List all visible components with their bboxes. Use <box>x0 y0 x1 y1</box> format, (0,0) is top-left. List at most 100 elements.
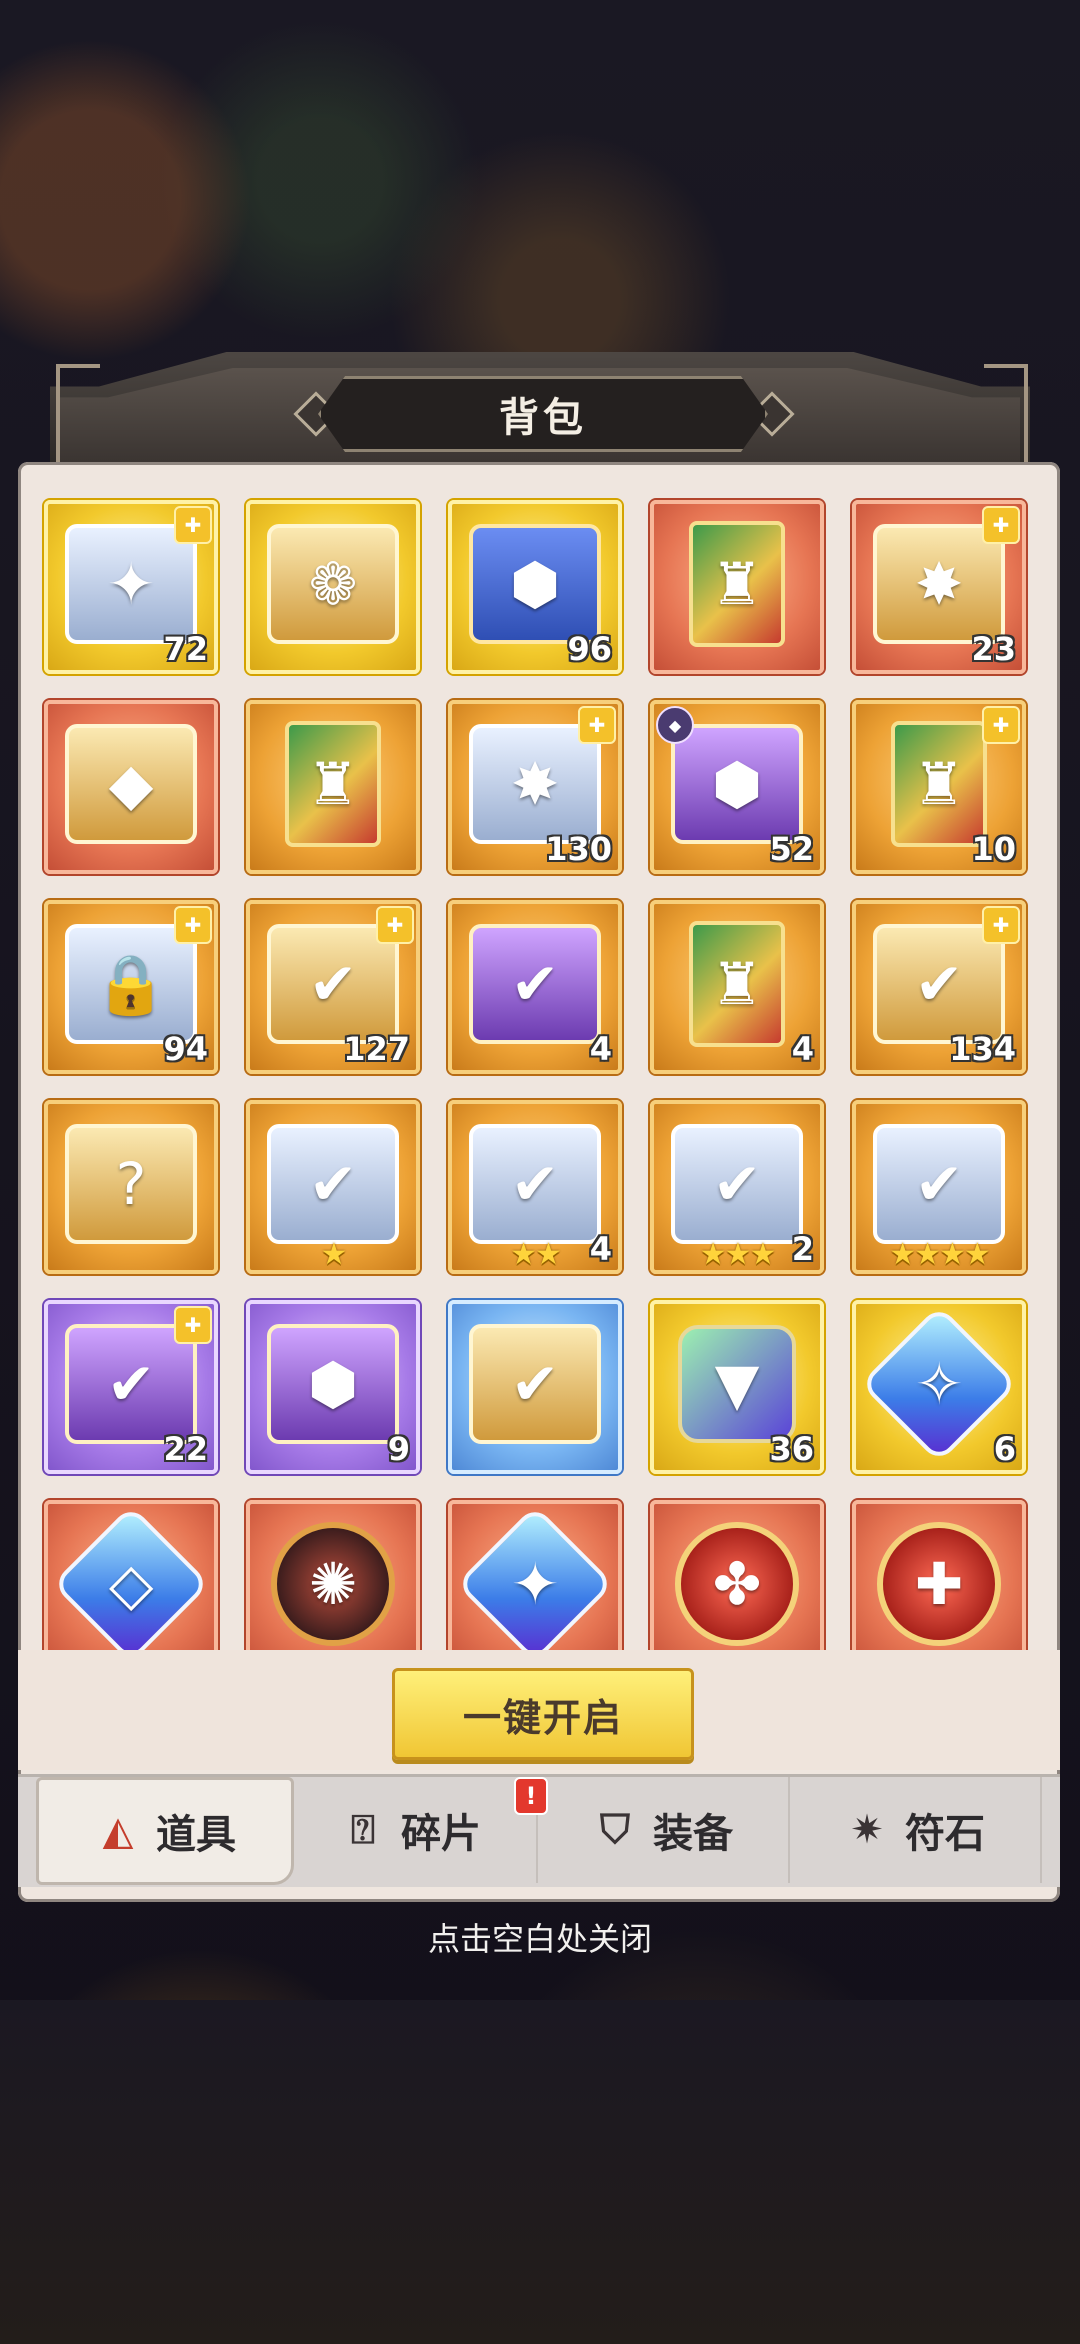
item-slot[interactable]: ✔ ★★★ 2 <box>650 1100 824 1274</box>
crimson-orb-icon: ✺ <box>271 1521 395 1646</box>
item-glyph: ✔ <box>106 1349 156 1418</box>
shield-icon: ⛉ <box>600 1807 630 1853</box>
item-glyph: ⬢ <box>307 1349 359 1418</box>
item-count: 9 <box>387 1430 410 1468</box>
open-all-button[interactable]: 一键开启 <box>392 1668 694 1760</box>
puzzle-piece-icon: ✚ <box>982 506 1020 544</box>
item-count: 96 <box>567 630 612 668</box>
item-slot[interactable]: ✔ ★★ 4 <box>448 1100 622 1274</box>
header-corner-left <box>56 364 100 468</box>
star-rating: ★★★ <box>699 1237 777 1272</box>
puzzle-piece-icon: ✚ <box>982 706 1020 744</box>
prism-crystal-icon: ✦ <box>455 1504 615 1650</box>
item-glyph: ✔ <box>914 949 964 1018</box>
item-slot[interactable]: 🔒 ✚ 94 <box>44 900 218 1074</box>
title-plate: 背包 <box>318 376 768 452</box>
tab-label: 碎片 <box>401 1811 481 1857</box>
item-glyph: ✚ <box>914 1549 964 1618</box>
item-slot[interactable]: ✔ ✚ 22 <box>44 1300 218 1474</box>
triangle-gem-icon: ▼ <box>678 1324 796 1443</box>
item-slot[interactable]: ❁ <box>246 500 420 674</box>
item-grid: ✦ ✚ 72 ❁ ⬢ 96 ♜ ✸ ✚ 23 ◆ ♜ ✸ ✚ 130 ⬢ ◆ 52 ♜ ✚ 10 🔒 ✚ 94 ✔ ✚ 127 ✔ 4 ♜… <box>44 500 1026 1650</box>
item-slot[interactable]: ▼ 36 <box>650 1300 824 1474</box>
item-glyph: ◆ <box>108 749 154 818</box>
item-glyph: ✺ <box>308 1549 358 1618</box>
item-slot[interactable]: ✔ 4 <box>448 900 622 1074</box>
item-slot[interactable]: ✦ <box>448 1500 622 1650</box>
diamond-chest-icon: ◆ <box>65 723 197 844</box>
hero-card-icon: ♜ <box>891 720 987 847</box>
mystery-chest-icon: ? <box>65 1123 197 1244</box>
item-slot[interactable]: ✺ <box>246 1500 420 1650</box>
tab-label: 符石 <box>905 1811 985 1857</box>
inventory-tabs: ◭ 道具 ⍰ 碎片! ⛉ 装备 ✷ 符石 <box>18 1774 1060 1887</box>
puzzle-piece-icon: ✚ <box>982 906 1020 944</box>
puzzle-piece-icon: ✚ <box>578 706 616 744</box>
item-glyph: ✦ <box>510 1549 560 1618</box>
item-glyph: ✧ <box>914 1349 964 1418</box>
item-slot[interactable]: ✦ ✚ 72 <box>44 500 218 674</box>
item-slot[interactable]: ◇ <box>44 1500 218 1650</box>
crystal-cube-icon: ◇ <box>51 1504 211 1650</box>
star-rating: ★★ <box>510 1237 562 1272</box>
blurred-background-bottom[interactable] <box>0 2000 1080 2344</box>
item-slot[interactable]: ⬢ 9 <box>246 1300 420 1474</box>
puzzle-piece-icon: ✚ <box>376 906 414 944</box>
item-count: 22 <box>163 1430 208 1468</box>
tab-label: 装备 <box>653 1811 733 1857</box>
hero-card-icon: ♜ <box>689 520 785 647</box>
item-glyph: ◇ <box>108 1549 154 1618</box>
item-glyph: ✦ <box>106 549 156 618</box>
item-count: 23 <box>971 630 1016 668</box>
item-count: 10 <box>971 830 1016 868</box>
rank-gem-icon: ◆ <box>656 706 694 744</box>
item-slot[interactable]: ♜ 4 <box>650 900 824 1074</box>
item-slot[interactable]: ✔ ★★★★ <box>852 1100 1026 1274</box>
equipment-chest-icon: ✔ <box>671 1123 803 1244</box>
item-count: 94 <box>163 1030 208 1068</box>
item-glyph: ⬢ <box>711 749 763 818</box>
item-glyph: ⬢ <box>509 549 561 618</box>
tab-mystery-box[interactable]: ⍰ 碎片! <box>284 1777 548 1883</box>
item-glyph: ♜ <box>711 549 763 618</box>
item-glyph: ✔ <box>308 1149 358 1218</box>
item-slot[interactable]: ✚ <box>852 1500 1026 1650</box>
item-count: 36 <box>769 1430 814 1468</box>
item-glyph: ✤ <box>712 1549 762 1618</box>
item-slot[interactable]: ♜ <box>246 700 420 874</box>
tab-label: 道具 <box>156 1812 236 1858</box>
header-corner-right <box>984 364 1028 468</box>
item-slot[interactable]: ⬢ 96 <box>448 500 622 674</box>
equipment-chest-icon: ✔ <box>469 1123 601 1244</box>
gold-crest-icon: ✤ <box>675 1521 799 1646</box>
item-slot[interactable]: ✸ ✚ 130 <box>448 700 622 874</box>
item-slot[interactable]: ◆ <box>44 700 218 874</box>
item-slot[interactable]: ✸ ✚ 23 <box>852 500 1026 674</box>
puzzle-piece-icon: ✚ <box>174 506 212 544</box>
item-glyph: ♜ <box>711 949 763 1018</box>
item-glyph: ✔ <box>510 949 560 1018</box>
egg-chest-icon: ✔ <box>469 923 601 1044</box>
item-count: 52 <box>769 830 814 868</box>
equipment-chest-icon: ✔ <box>267 1123 399 1244</box>
item-glyph: ▼ <box>714 1349 760 1418</box>
tab-potion[interactable]: ◭ 道具 <box>36 1777 294 1885</box>
item-glyph: ✔ <box>510 1349 560 1418</box>
tab-rune-star[interactable]: ✷ 符石 <box>788 1777 1042 1883</box>
item-slot[interactable]: ✧ 6 <box>852 1300 1026 1474</box>
item-slot[interactable]: ✤ <box>650 1500 824 1650</box>
item-grid-scroll[interactable]: ✦ ✚ 72 ❁ ⬢ 96 ♜ ✸ ✚ 23 ◆ ♜ ✸ ✚ 130 ⬢ ◆ 52 ♜ ✚ 10 🔒 ✚ 94 ✔ ✚ 127 ✔ 4 ♜… <box>18 496 1062 1650</box>
equipment-chest-icon: ✔ <box>873 1123 1005 1244</box>
item-slot[interactable]: ? <box>44 1100 218 1274</box>
item-count: 4 <box>791 1030 814 1068</box>
item-slot[interactable]: ✔ ✚ 134 <box>852 900 1026 1074</box>
item-slot[interactable]: ✔ ✚ 127 <box>246 900 420 1074</box>
tab-shield[interactable]: ⛉ 装备 <box>536 1777 790 1883</box>
item-slot[interactable]: ⬢ ◆ 52 <box>650 700 824 874</box>
item-slot[interactable]: ♜ <box>650 500 824 674</box>
item-slot[interactable]: ♜ ✚ 10 <box>852 700 1026 874</box>
item-slot[interactable]: ✔ ★ <box>246 1100 420 1274</box>
item-slot[interactable]: ✔ <box>448 1300 622 1474</box>
potion-icon: ◭ <box>102 1808 134 1854</box>
item-glyph: ✔ <box>510 1149 560 1218</box>
